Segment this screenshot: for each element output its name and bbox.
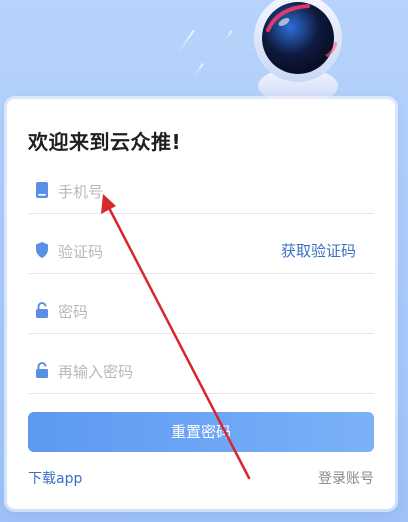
lock-icon [36, 362, 48, 378]
verification-code-placeholder: 验证码 [58, 243, 104, 261]
password-field[interactable]: 密码 [28, 285, 374, 334]
verification-code-field[interactable]: 验证码 获取验证码 [28, 225, 374, 274]
reset-password-card: 欢迎来到云众推! 手机号 验证码 获取验证码 密码 再输入密码 重置密码 下载a… [7, 99, 395, 509]
lock-icon [36, 302, 48, 318]
phone-icon [36, 182, 48, 198]
confirm-password-placeholder: 再输入密码 [58, 363, 134, 381]
reset-password-button[interactable]: 重置密码 [28, 412, 374, 452]
shield-icon [36, 242, 48, 258]
meteor-streak [194, 62, 204, 76]
meteor-streak [225, 30, 233, 40]
confirm-password-field[interactable]: 再输入密码 [28, 345, 374, 394]
phone-field[interactable]: 手机号 [28, 165, 374, 214]
welcome-title: 欢迎来到云众推! [28, 130, 182, 154]
get-code-button[interactable]: 获取验证码 [281, 240, 356, 261]
download-app-link[interactable]: 下载app [28, 468, 82, 488]
password-placeholder: 密码 [58, 303, 89, 321]
login-account-link[interactable]: 登录账号 [318, 468, 374, 488]
astronaut-illustration [254, 0, 342, 102]
phone-placeholder: 手机号 [58, 183, 104, 201]
meteor-streak [177, 29, 195, 54]
